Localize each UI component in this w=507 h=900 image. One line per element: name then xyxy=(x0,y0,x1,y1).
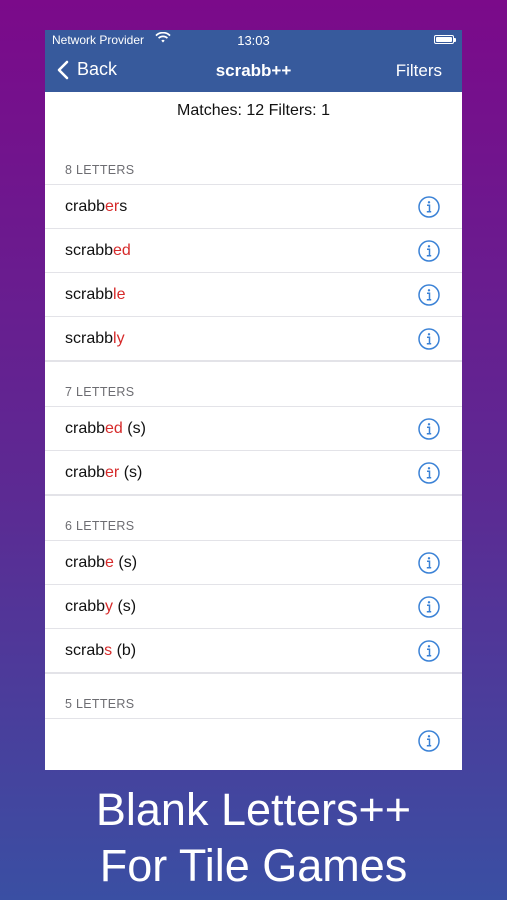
navigation-bar: Back scrabb++ Filters xyxy=(45,50,462,92)
info-icon[interactable] xyxy=(418,328,440,350)
word-row[interactable]: scrabbly xyxy=(45,316,462,360)
info-icon[interactable] xyxy=(418,240,440,262)
filters-button[interactable]: Filters xyxy=(396,61,442,81)
phone-screen: Network Provider 13:03 Back scrabb++ Fil… xyxy=(45,30,462,770)
word-text: scrabble xyxy=(65,286,126,303)
caption-line-1: Blank Letters++ xyxy=(95,784,412,835)
word-row[interactable]: crabber (s) xyxy=(45,450,462,494)
section-header: 5 LETTERS xyxy=(45,673,462,718)
info-icon[interactable] xyxy=(418,730,440,752)
word-text: crabbed (s) xyxy=(65,420,146,437)
word-text: scrabs (b) xyxy=(65,642,137,659)
word-row[interactable]: scrabs (b) xyxy=(45,628,462,672)
word-row[interactable]: crabby (s) xyxy=(45,584,462,628)
word-row[interactable] xyxy=(45,718,462,762)
word-row[interactable]: scrabbed xyxy=(45,228,462,272)
status-time: 13:03 xyxy=(237,33,270,48)
word-text: crabbers xyxy=(65,198,128,215)
matches-summary: Matches: 12 Filters: 1 xyxy=(177,102,330,119)
caption-line-2: For Tile Games xyxy=(99,840,408,891)
info-icon[interactable] xyxy=(418,196,440,218)
word-text: crabby (s) xyxy=(65,598,137,615)
section-header: 7 LETTERS xyxy=(45,361,462,406)
promo-caption: Blank Letters++ For Tile Games xyxy=(0,782,507,894)
word-text: scrabbly xyxy=(65,330,125,347)
status-bar: Network Provider 13:03 xyxy=(45,30,462,50)
section-header-label: 7 LETTERS xyxy=(65,385,135,399)
section-header-label: 6 LETTERS xyxy=(65,519,135,533)
word-text: crabbe (s) xyxy=(65,554,138,571)
info-icon[interactable] xyxy=(418,596,440,618)
section-header: 6 LETTERS xyxy=(45,495,462,540)
section-header-label: 8 LETTERS xyxy=(65,163,135,177)
word-list: 8 LETTERS crabbers scrabbed scrabble scrabbl… xyxy=(45,140,462,762)
battery-icon xyxy=(434,35,456,44)
word-row[interactable]: crabbe (s) xyxy=(45,540,462,584)
info-icon[interactable] xyxy=(418,462,440,484)
section-header: 8 LETTERS xyxy=(45,140,462,184)
info-icon[interactable] xyxy=(418,640,440,662)
info-icon[interactable] xyxy=(418,284,440,306)
word-row[interactable]: crabbed (s) xyxy=(45,406,462,450)
info-icon[interactable] xyxy=(418,552,440,574)
info-icon[interactable] xyxy=(418,418,440,440)
word-row[interactable]: scrabble xyxy=(45,272,462,316)
section-header-label: 5 LETTERS xyxy=(65,697,135,711)
word-text: crabber (s) xyxy=(65,464,143,481)
word-row[interactable]: crabbers xyxy=(45,184,462,228)
word-text: scrabbed xyxy=(65,242,131,259)
